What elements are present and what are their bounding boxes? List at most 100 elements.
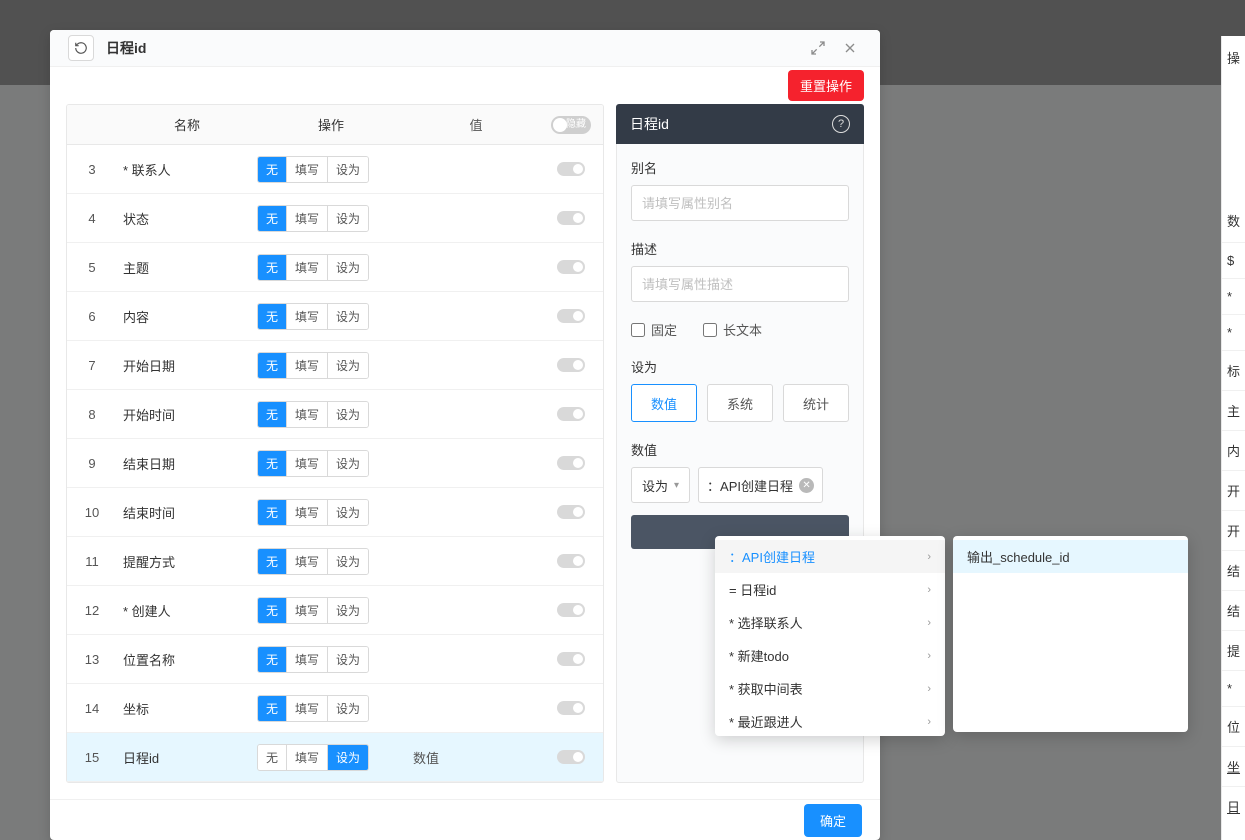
seg-none[interactable]: 无 [258, 255, 286, 280]
row-toggle[interactable] [557, 701, 585, 715]
table-row[interactable]: 6内容无填写设为 [67, 292, 603, 341]
dropdown-item[interactable]: * 新建todo› [715, 639, 945, 672]
row-op: 无填写设为 [257, 303, 405, 330]
seg-fill[interactable]: 填写 [286, 500, 327, 525]
table-row[interactable]: 7开始日期无填写设为 [67, 341, 603, 390]
row-toggle[interactable] [557, 309, 585, 323]
table-row[interactable]: 3* 联系人无填写设为 [67, 145, 603, 194]
check-fixed-input[interactable] [631, 323, 645, 337]
seg-setto[interactable]: 设为 [327, 255, 368, 280]
seg-fill[interactable]: 填写 [286, 451, 327, 476]
seg-none[interactable]: 无 [258, 598, 286, 623]
seg-none[interactable]: 无 [258, 304, 286, 329]
expand-icon[interactable] [806, 36, 830, 60]
table-row[interactable]: 4状态无填写设为 [67, 194, 603, 243]
seg-setto[interactable]: 设为 [327, 157, 368, 182]
setto-label: 设为 [631, 357, 849, 376]
row-toggle[interactable] [557, 750, 585, 764]
dropdown-item[interactable]: ：API创建日程› [715, 540, 945, 573]
seg-none[interactable]: 无 [258, 206, 286, 231]
row-toggle[interactable] [557, 505, 585, 519]
seg-none[interactable]: 无 [258, 157, 286, 182]
header-toggle[interactable]: 隐藏 [551, 116, 591, 134]
row-toggle[interactable] [557, 603, 585, 617]
value-tag[interactable]: ：API创建日程 ✕ [698, 467, 823, 503]
row-toggle[interactable] [557, 211, 585, 225]
seg-setto[interactable]: 设为 [327, 206, 368, 231]
tab-system[interactable]: 系统 [707, 384, 773, 422]
row-toggle[interactable] [557, 162, 585, 176]
reset-button[interactable]: 重置操作 [788, 70, 864, 101]
table-row[interactable]: 11提醒方式无填写设为 [67, 537, 603, 586]
table-row[interactable]: 5主题无填写设为 [67, 243, 603, 292]
seg-setto[interactable]: 设为 [327, 598, 368, 623]
check-longtext-input[interactable] [703, 323, 717, 337]
confirm-button[interactable]: 确定 [804, 804, 862, 837]
seg-setto[interactable]: 设为 [327, 451, 368, 476]
modal-header: 日程id [50, 30, 880, 67]
seg-setto[interactable]: 设为 [327, 647, 368, 672]
table-row[interactable]: 9结束日期无填写设为 [67, 439, 603, 488]
check-longtext[interactable]: 长文本 [703, 320, 762, 339]
seg-none[interactable]: 无 [258, 451, 286, 476]
table-row[interactable]: 10结束时间无填写设为 [67, 488, 603, 537]
value-select[interactable]: 设为 ▾ [631, 467, 690, 503]
seg-setto[interactable]: 设为 [327, 696, 368, 721]
seg-setto[interactable]: 设为 [327, 745, 368, 770]
dropdown-item[interactable]: 输出_schedule_id [953, 540, 1188, 573]
check-fixed[interactable]: 固定 [631, 320, 677, 339]
seg-none[interactable]: 无 [258, 549, 286, 574]
seg-fill[interactable]: 填写 [286, 696, 327, 721]
seg-fill[interactable]: 填写 [286, 206, 327, 231]
op-segment: 无填写设为 [257, 450, 369, 477]
seg-fill[interactable]: 填写 [286, 255, 327, 280]
seg-fill[interactable]: 填写 [286, 745, 327, 770]
table-row[interactable]: 8开始时间无填写设为 [67, 390, 603, 439]
dropdown-item[interactable]: * 最近跟进人› [715, 705, 945, 736]
tag-remove-icon[interactable]: ✕ [799, 478, 814, 493]
help-icon[interactable]: ? [832, 115, 850, 133]
seg-fill[interactable]: 填写 [286, 549, 327, 574]
seg-fill[interactable]: 填写 [286, 157, 327, 182]
seg-fill[interactable]: 填写 [286, 353, 327, 378]
row-toggle[interactable] [557, 456, 585, 470]
seg-none[interactable]: 无 [258, 402, 286, 427]
row-toggle[interactable] [557, 652, 585, 666]
seg-fill[interactable]: 填写 [286, 402, 327, 427]
table-body[interactable]: 3* 联系人无填写设为4状态无填写设为5主题无填写设为6内容无填写设为7开始日期… [67, 145, 603, 782]
seg-fill[interactable]: 填写 [286, 647, 327, 672]
dropdown-item[interactable]: * 选择联系人› [715, 606, 945, 639]
table-row[interactable]: 13位置名称无填写设为 [67, 635, 603, 684]
seg-setto[interactable]: 设为 [327, 304, 368, 329]
table-row[interactable]: 12* 创建人无填写设为 [67, 586, 603, 635]
seg-none[interactable]: 无 [258, 353, 286, 378]
desc-input[interactable] [631, 266, 849, 302]
seg-fill[interactable]: 填写 [286, 598, 327, 623]
seg-setto[interactable]: 设为 [327, 402, 368, 427]
tab-stat[interactable]: 统计 [783, 384, 849, 422]
seg-setto[interactable]: 设为 [327, 353, 368, 378]
refresh-button[interactable] [68, 35, 94, 61]
seg-none[interactable]: 无 [258, 647, 286, 672]
table-row[interactable]: 15日程id无填写设为数值 [67, 733, 603, 782]
desc-label: 描述 [631, 239, 849, 258]
row-toggle[interactable] [557, 407, 585, 421]
close-icon[interactable] [838, 36, 862, 60]
row-toggle[interactable] [557, 358, 585, 372]
seg-none[interactable]: 无 [258, 745, 286, 770]
value-source-dropdown[interactable]: ：API创建日程›= 日程id›* 选择联系人›* 新建todo›* 获取中间表… [715, 536, 945, 736]
value-field-dropdown[interactable]: 输出_schedule_id [953, 536, 1188, 732]
seg-setto[interactable]: 设为 [327, 549, 368, 574]
seg-none[interactable]: 无 [258, 696, 286, 721]
row-toggle[interactable] [557, 260, 585, 274]
tab-value[interactable]: 数值 [631, 384, 697, 422]
bg-sidebar-row: 内 [1222, 430, 1245, 470]
seg-setto[interactable]: 设为 [327, 500, 368, 525]
seg-none[interactable]: 无 [258, 500, 286, 525]
row-toggle[interactable] [557, 554, 585, 568]
seg-fill[interactable]: 填写 [286, 304, 327, 329]
dropdown-item[interactable]: = 日程id› [715, 573, 945, 606]
table-row[interactable]: 14坐标无填写设为 [67, 684, 603, 733]
dropdown-item[interactable]: * 获取中间表› [715, 672, 945, 705]
alias-input[interactable] [631, 185, 849, 221]
